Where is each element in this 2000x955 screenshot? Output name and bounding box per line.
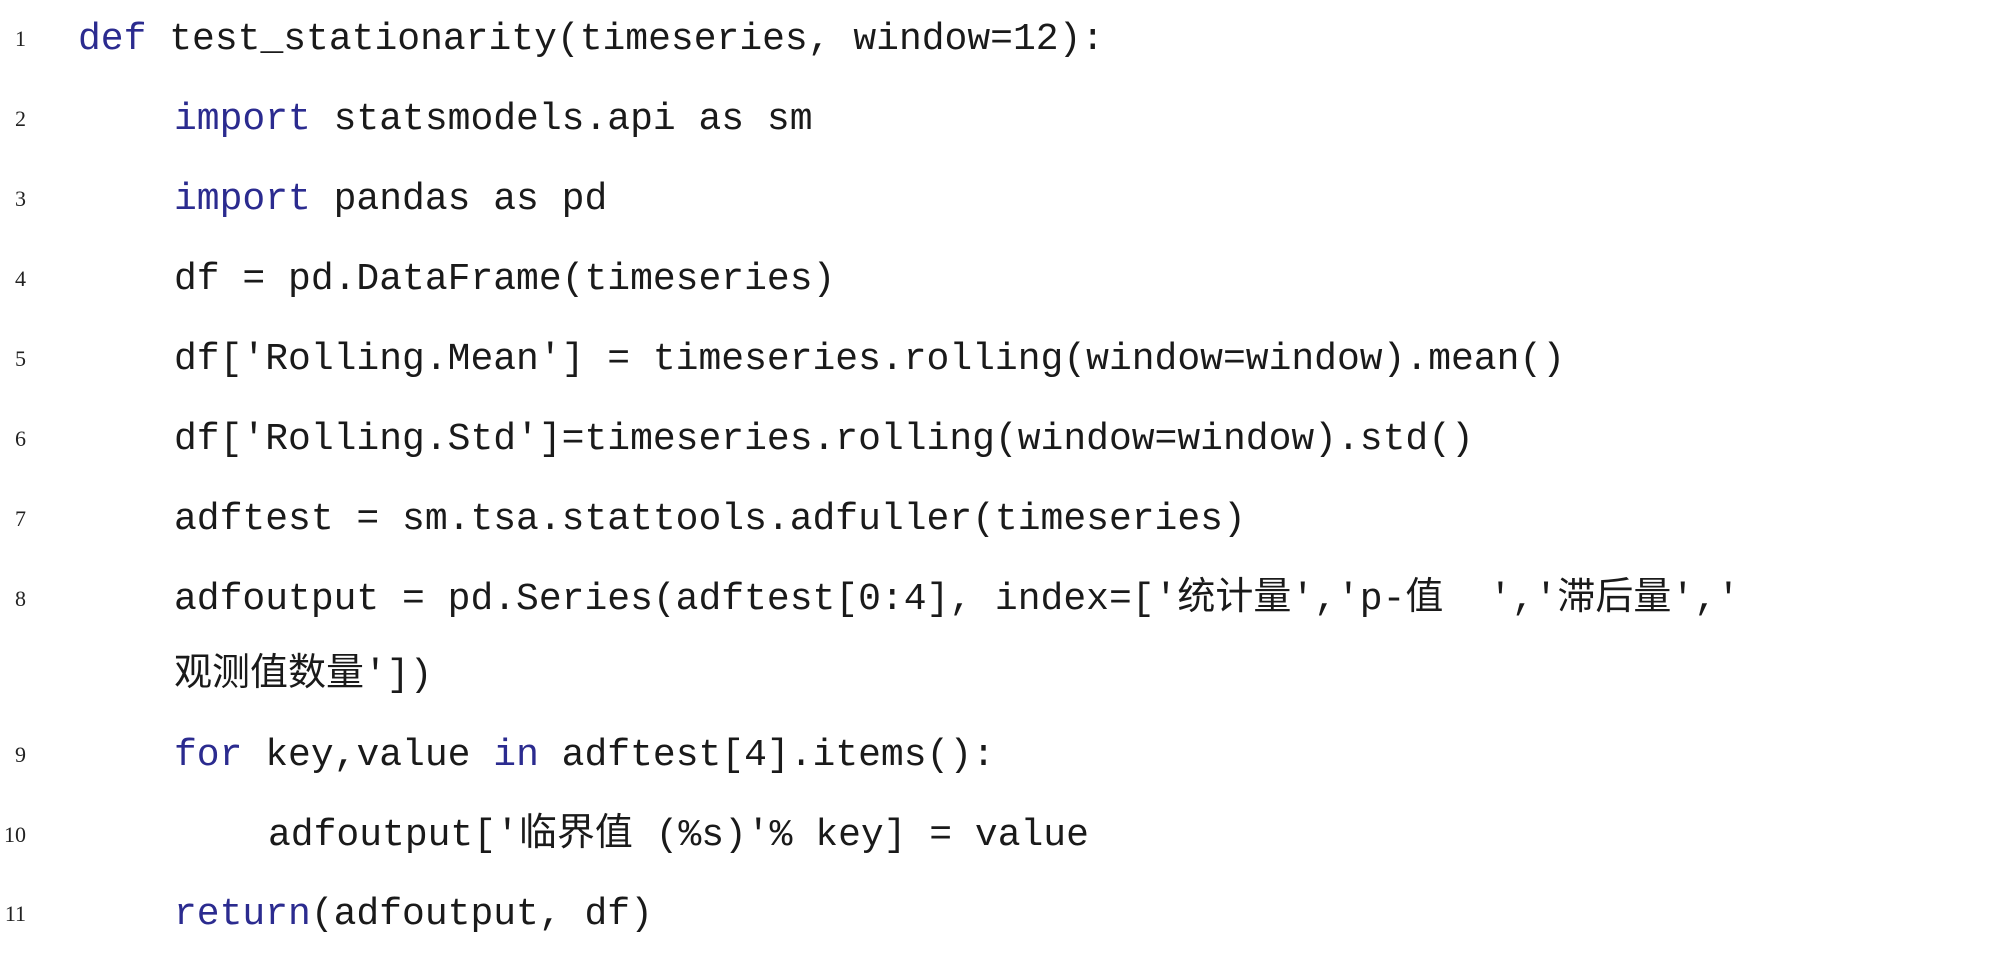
keyword-import: import [174, 178, 311, 221]
code-content: adfoutput['临界值 (%s)'% key] = value [268, 814, 1089, 857]
line-number: 7 [15, 506, 26, 531]
code-text: import pandas as pd [174, 160, 607, 240]
code-content: adfoutput = pd.Series(adftest[0:4], inde… [174, 578, 1740, 621]
line-number: 1 [15, 26, 26, 51]
code-line: 5 df['Rolling.Mean'] = timeseries.rollin… [0, 320, 2000, 400]
code-content: df = pd.DataFrame(timeseries) [174, 258, 836, 301]
code-line: 7 adftest = sm.tsa.stattools.adfuller(ti… [0, 480, 2000, 560]
code-content: adftest = sm.tsa.stattools.adfuller(time… [174, 498, 1246, 541]
code-text: return(adfoutput, df) [174, 875, 653, 955]
code-line: 4 df = pd.DataFrame(timeseries) [0, 240, 2000, 320]
code-content: (adfoutput, df) [310, 893, 653, 936]
code-line: 3 import pandas as pd [0, 160, 2000, 240]
code-content: adftest[4].items(): [538, 734, 995, 777]
keyword-import: import [174, 98, 311, 141]
line-number: 4 [15, 266, 26, 291]
line-number: 6 [15, 426, 26, 451]
code-content: 观测值数量']) [174, 654, 433, 697]
code-content: test_stationarity(timeseries, window=12)… [146, 18, 1105, 61]
line-number: 9 [15, 742, 26, 767]
code-content: key,value [242, 734, 494, 777]
code-text: for key,value in adftest[4].items(): [174, 716, 995, 796]
code-line: 2 import statsmodels.api as sm [0, 80, 2000, 160]
keyword-return: return [174, 893, 311, 936]
line-number: 2 [15, 106, 26, 131]
code-line: 11 return(adfoutput, df) [0, 875, 2000, 955]
code-line: 10 adfoutput['临界值 (%s)'% key] = value [0, 796, 2000, 876]
code-text: def test_stationarity(timeseries, window… [78, 0, 1104, 80]
keyword-def: def [78, 18, 147, 61]
line-number: 11 [4, 901, 26, 926]
code-line: 6 df['Rolling.Std']=timeseries.rolling(w… [0, 400, 2000, 480]
line-number: 10 [4, 822, 26, 847]
code-content: df['Rolling.Mean'] = timeseries.rolling(… [174, 338, 1566, 381]
code-line: 8 adfoutput = pd.Series(adftest[0:4], in… [0, 560, 2000, 640]
keyword-in: in [493, 734, 539, 777]
code-content: statsmodels.api as sm [310, 98, 813, 141]
code-text: import statsmodels.api as sm [174, 80, 813, 160]
code-listing: 1 def test_stationarity(timeseries, wind… [0, 0, 2000, 955]
keyword-for: for [174, 734, 243, 777]
code-content: pandas as pd [310, 178, 608, 221]
line-number: 5 [15, 346, 26, 371]
code-line-continuation: 观测值数量']) [0, 636, 2000, 716]
code-line: 9 for key,value in adftest[4].items(): [0, 716, 2000, 796]
code-content: df['Rolling.Std']=timeseries.rolling(win… [174, 418, 1474, 461]
line-number: 8 [15, 586, 26, 611]
code-line: 1 def test_stationarity(timeseries, wind… [0, 0, 2000, 80]
line-number: 3 [15, 186, 26, 211]
